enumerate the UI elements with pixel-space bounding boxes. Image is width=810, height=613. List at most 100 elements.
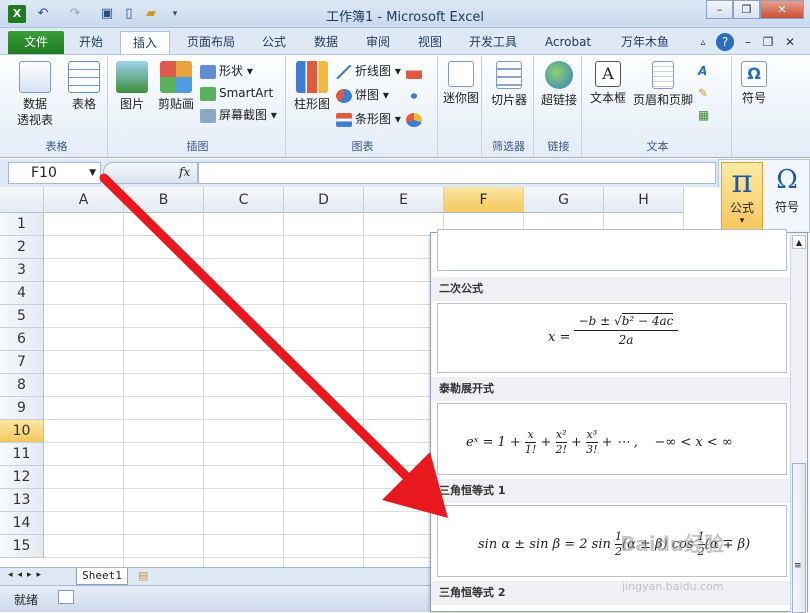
bar-chart-icon bbox=[336, 112, 352, 127]
name-box[interactable]: F10 ▼ bbox=[8, 162, 101, 184]
picture-button[interactable]: 图片 bbox=[114, 59, 150, 112]
symbol-gallery-button[interactable]: Ω 符号 bbox=[767, 162, 807, 230]
bar-chart-button[interactable]: 条形图 ▾ bbox=[336, 109, 401, 129]
equation-item-trig-1[interactable]: sin α ± sin β = 2 sin 1 2(α ± β) cos 1 2(α… bbox=[437, 505, 787, 577]
row-header-9[interactable]: 9 bbox=[0, 397, 44, 420]
tab-home[interactable]: 开始 bbox=[68, 31, 114, 54]
group-links: 超链接 链接 bbox=[536, 57, 582, 157]
tab-acrobat[interactable]: Acrobat bbox=[536, 31, 600, 54]
sheet-tab[interactable]: Sheet1 bbox=[76, 568, 128, 585]
scroll-up-icon[interactable]: ▲ bbox=[792, 235, 806, 249]
clipart-button[interactable]: 剪贴画 bbox=[154, 59, 198, 112]
row-header-3[interactable]: 3 bbox=[0, 259, 44, 282]
help-icon[interactable]: ? bbox=[716, 33, 734, 51]
formula-bar: F10 ▼ fx bbox=[0, 159, 810, 187]
tab-file[interactable]: 文件 bbox=[8, 31, 64, 54]
tab-data[interactable]: 数据 bbox=[304, 31, 348, 54]
column-header-e[interactable]: E bbox=[364, 187, 444, 213]
formula-buttons: fx bbox=[103, 162, 198, 184]
globe-icon bbox=[545, 61, 573, 89]
object-icon[interactable]: ▦ bbox=[698, 105, 709, 125]
table-button[interactable]: 表格 bbox=[64, 59, 104, 112]
watermark-logo: Baidu经验 bbox=[620, 532, 725, 556]
scatter-chart-icon[interactable] bbox=[406, 85, 425, 105]
column-header-b[interactable]: B bbox=[124, 187, 204, 213]
row-header-15[interactable]: 15 bbox=[0, 535, 44, 558]
minimize-button[interactable]: – bbox=[706, 0, 733, 19]
row-header-5[interactable]: 5 bbox=[0, 305, 44, 328]
scroll-thumb[interactable] bbox=[792, 463, 806, 613]
macro-record-icon[interactable] bbox=[58, 590, 74, 604]
area-chart-icon[interactable] bbox=[406, 61, 425, 81]
name-box-dropdown-icon[interactable]: ▼ bbox=[89, 163, 96, 183]
row-header-12[interactable]: 12 bbox=[0, 466, 44, 489]
window-title: 工作簿1 - Microsoft Excel bbox=[326, 10, 484, 25]
header-footer-button[interactable]: 页眉和页脚 bbox=[632, 59, 694, 108]
row-header-2[interactable]: 2 bbox=[0, 236, 44, 259]
formula-input[interactable] bbox=[198, 162, 716, 184]
row-header-13[interactable]: 13 bbox=[0, 489, 44, 512]
symbol-gallery-label: 符号 bbox=[774, 200, 799, 214]
slicer-button[interactable]: 切片器 bbox=[486, 59, 532, 108]
equation-dropdown-icon: ▾ bbox=[739, 216, 745, 226]
row-header-4[interactable]: 4 bbox=[0, 282, 44, 305]
restore-button[interactable]: ❐ bbox=[733, 0, 760, 19]
insert-function-button[interactable]: fx bbox=[179, 165, 190, 179]
column-chart-button[interactable]: 柱形图 bbox=[290, 59, 334, 112]
row-header-6[interactable]: 6 bbox=[0, 328, 44, 351]
grid-column-line bbox=[363, 213, 364, 567]
row-header-11[interactable]: 11 bbox=[0, 443, 44, 466]
shapes-button[interactable]: 形状 ▾ bbox=[200, 61, 253, 81]
smartart-button[interactable]: SmartArt bbox=[200, 83, 273, 103]
tab-developer[interactable]: 开发工具 bbox=[460, 31, 526, 54]
column-header-d[interactable]: D bbox=[284, 187, 364, 213]
sheet-tab-bar: ◂◂▸▸ Sheet1 ▤ bbox=[0, 567, 430, 585]
new-sheet-icon[interactable]: ▤ bbox=[138, 569, 148, 582]
tab-view[interactable]: 视图 bbox=[408, 31, 452, 54]
slicer-label: 切片器 bbox=[490, 93, 527, 107]
row-header-14[interactable]: 14 bbox=[0, 512, 44, 535]
tab-formulas[interactable]: 公式 bbox=[252, 31, 296, 54]
window-min-icon[interactable]: – bbox=[740, 31, 756, 54]
select-all-corner[interactable] bbox=[0, 187, 44, 213]
row-header-1[interactable]: 1 bbox=[0, 213, 44, 236]
line-chart-icon bbox=[336, 64, 352, 79]
equation-item-taylor[interactable]: eˣ = 1 + x 1! + x² 2! + x³ 3! + ⋯ , −∞ < x … bbox=[437, 403, 787, 475]
hyperlink-button[interactable]: 超链接 bbox=[538, 59, 580, 108]
tab-page-layout[interactable]: 页面布局 bbox=[176, 31, 246, 54]
equation-item-partial[interactable] bbox=[437, 229, 787, 271]
symbol-button[interactable]: Ω 符号 bbox=[736, 59, 772, 106]
column-header-h[interactable]: H bbox=[604, 187, 684, 213]
gallery-scrollbar[interactable]: ▲ ≡ bbox=[790, 233, 807, 613]
quadratic-lhs: x = bbox=[548, 330, 571, 345]
column-header-g[interactable]: G bbox=[524, 187, 604, 213]
row-header-7[interactable]: 7 bbox=[0, 351, 44, 374]
sheet-nav-icons[interactable]: ◂◂▸▸ bbox=[8, 570, 46, 580]
tab-insert[interactable]: 插入 bbox=[120, 31, 170, 54]
textbox-button[interactable]: A 文本框 bbox=[586, 59, 630, 106]
row-header-10[interactable]: 10 bbox=[0, 420, 44, 443]
line-chart-button[interactable]: 折线图 ▾ bbox=[336, 61, 401, 81]
pivot-table-button[interactable]: 数据 透视表 bbox=[10, 59, 60, 128]
equation-button[interactable]: π 公式 ▾ bbox=[721, 162, 763, 230]
name-box-value: F10 bbox=[31, 165, 57, 181]
wordart-icon[interactable]: A bbox=[698, 61, 707, 81]
window-close-icon[interactable]: ✕ bbox=[782, 31, 798, 54]
equation-item-quadratic[interactable]: x = −b ± √b² − 4ac 2a bbox=[437, 303, 787, 373]
minimize-ribbon-icon[interactable]: ▵ bbox=[696, 31, 710, 54]
column-header-f[interactable]: F bbox=[444, 187, 524, 213]
row-header-8[interactable]: 8 bbox=[0, 374, 44, 397]
tab-review[interactable]: 审阅 bbox=[356, 31, 400, 54]
window-restore-icon[interactable]: ❐ bbox=[760, 31, 776, 54]
ribbon-tabs: 文件 开始 插入 页面布局 公式 数据 审阅 视图 开发工具 Acrobat 万… bbox=[0, 28, 810, 54]
sparkline-button[interactable]: 迷你图 bbox=[442, 59, 480, 106]
other-charts-icon[interactable] bbox=[406, 109, 425, 129]
tab-custom[interactable]: 万年木鱼 bbox=[610, 31, 680, 54]
pie-chart-button[interactable]: 饼图 ▾ bbox=[336, 85, 389, 105]
column-header-a[interactable]: A bbox=[44, 187, 124, 213]
signature-line-icon[interactable]: ✎ bbox=[698, 83, 708, 103]
screenshot-button[interactable]: 屏幕截图 ▾ bbox=[200, 105, 277, 125]
column-header-c[interactable]: C bbox=[204, 187, 284, 213]
close-button[interactable]: ✕ bbox=[760, 0, 804, 19]
gallery-section-header: 二次公式 bbox=[431, 277, 791, 301]
